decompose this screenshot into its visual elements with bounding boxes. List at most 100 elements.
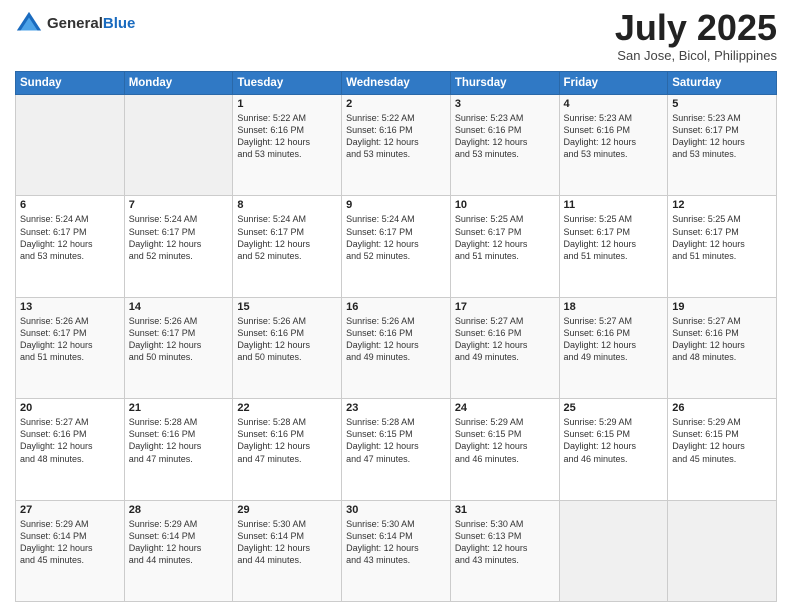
table-row: 23 Sunrise: 5:28 AM Sunset: 6:15 PM Dayli… [342, 399, 451, 500]
title-block: July 2025 San Jose, Bicol, Philippines [615, 10, 777, 63]
table-row: 5Sunrise: 5:23 AM Sunset: 6:17 PM Daylig… [668, 95, 777, 196]
logo: GeneralBlue [15, 10, 135, 38]
day-number: 28 [129, 504, 229, 516]
day-number: 23 [346, 402, 446, 414]
day-number: 10 [455, 199, 555, 211]
day-number: 19 [672, 301, 772, 313]
cell-info: Sunrise: 5:28 AM Sunset: 6:15 PM Dayligh… [346, 416, 446, 465]
day-number: 7 [129, 199, 229, 211]
cell-info: Sunrise: 5:22 AM Sunset: 6:16 PM Dayligh… [237, 112, 337, 161]
col-tuesday: Tuesday [233, 72, 342, 95]
logo-icon [15, 10, 43, 38]
col-wednesday: Wednesday [342, 72, 451, 95]
table-row: 12Sunrise: 5:25 AM Sunset: 6:17 PM Dayli… [668, 196, 777, 297]
table-row: 7 Sunrise: 5:24 AM Sunset: 6:17 PM Daylig… [124, 196, 233, 297]
table-row: 28 Sunrise: 5:29 AM Sunset: 6:14 PM Dayli… [124, 500, 233, 601]
calendar-week-0: 1Sunrise: 5:22 AM Sunset: 6:16 PM Daylig… [16, 95, 777, 196]
cell-info: Sunrise: 5:27 AM Sunset: 6:16 PM Dayligh… [20, 416, 120, 465]
day-number: 26 [672, 402, 772, 414]
day-number: 16 [346, 301, 446, 313]
col-sunday: Sunday [16, 72, 125, 95]
calendar-table: Sunday Monday Tuesday Wednesday Thursday… [15, 71, 777, 602]
table-row [559, 500, 668, 601]
location: San Jose, Bicol, Philippines [615, 48, 777, 63]
table-row: 31 Sunrise: 5:30 AM Sunset: 6:13 PM Dayli… [450, 500, 559, 601]
cell-info: Sunrise: 5:30 AM Sunset: 6:14 PM Dayligh… [237, 518, 337, 567]
table-row: 9Sunrise: 5:24 AM Sunset: 6:17 PM Daylig… [342, 196, 451, 297]
day-number: 4 [564, 98, 664, 110]
col-friday: Friday [559, 72, 668, 95]
cell-info: Sunrise: 5:30 AM Sunset: 6:14 PM Dayligh… [346, 518, 446, 567]
table-row: 6 Sunrise: 5:24 AM Sunset: 6:17 PM Daylig… [16, 196, 125, 297]
logo-text: GeneralBlue [47, 16, 135, 33]
calendar-week-1: 6 Sunrise: 5:24 AM Sunset: 6:17 PM Daylig… [16, 196, 777, 297]
table-row [16, 95, 125, 196]
table-row: 14 Sunrise: 5:26 AM Sunset: 6:17 PM Dayli… [124, 297, 233, 398]
cell-info: Sunrise: 5:29 AM Sunset: 6:15 PM Dayligh… [672, 416, 772, 465]
cell-info: Sunrise: 5:22 AM Sunset: 6:16 PM Dayligh… [346, 112, 446, 161]
cell-info: Sunrise: 5:26 AM Sunset: 6:17 PM Dayligh… [129, 315, 229, 364]
table-row: 16Sunrise: 5:26 AM Sunset: 6:16 PM Dayli… [342, 297, 451, 398]
day-number: 3 [455, 98, 555, 110]
table-row: 21 Sunrise: 5:28 AM Sunset: 6:16 PM Dayli… [124, 399, 233, 500]
day-number: 21 [129, 402, 229, 414]
day-number: 13 [20, 301, 120, 313]
cell-info: Sunrise: 5:29 AM Sunset: 6:14 PM Dayligh… [129, 518, 229, 567]
day-number: 17 [455, 301, 555, 313]
cell-info: Sunrise: 5:27 AM Sunset: 6:16 PM Dayligh… [455, 315, 555, 364]
table-row: 3Sunrise: 5:23 AM Sunset: 6:16 PM Daylig… [450, 95, 559, 196]
table-row: 29 Sunrise: 5:30 AM Sunset: 6:14 PM Dayli… [233, 500, 342, 601]
cell-info: Sunrise: 5:30 AM Sunset: 6:13 PM Dayligh… [455, 518, 555, 567]
cell-info: Sunrise: 5:23 AM Sunset: 6:17 PM Dayligh… [672, 112, 772, 161]
cell-info: Sunrise: 5:24 AM Sunset: 6:17 PM Dayligh… [20, 213, 120, 262]
cell-info: Sunrise: 5:25 AM Sunset: 6:17 PM Dayligh… [564, 213, 664, 262]
day-number: 2 [346, 98, 446, 110]
table-row: 17 Sunrise: 5:27 AM Sunset: 6:16 PM Dayli… [450, 297, 559, 398]
table-row: 26 Sunrise: 5:29 AM Sunset: 6:15 PM Dayli… [668, 399, 777, 500]
day-number: 11 [564, 199, 664, 211]
cell-info: Sunrise: 5:24 AM Sunset: 6:17 PM Dayligh… [346, 213, 446, 262]
cell-info: Sunrise: 5:23 AM Sunset: 6:16 PM Dayligh… [564, 112, 664, 161]
cell-info: Sunrise: 5:29 AM Sunset: 6:15 PM Dayligh… [564, 416, 664, 465]
cell-info: Sunrise: 5:29 AM Sunset: 6:15 PM Dayligh… [455, 416, 555, 465]
table-row [124, 95, 233, 196]
logo-blue: Blue [103, 15, 136, 32]
cell-info: Sunrise: 5:24 AM Sunset: 6:17 PM Dayligh… [129, 213, 229, 262]
cell-info: Sunrise: 5:24 AM Sunset: 6:17 PM Dayligh… [237, 213, 337, 262]
calendar-header-row: Sunday Monday Tuesday Wednesday Thursday… [16, 72, 777, 95]
col-monday: Monday [124, 72, 233, 95]
day-number: 15 [237, 301, 337, 313]
calendar-week-4: 27 Sunrise: 5:29 AM Sunset: 6:14 PM Dayli… [16, 500, 777, 601]
day-number: 12 [672, 199, 772, 211]
day-number: 20 [20, 402, 120, 414]
table-row: 25 Sunrise: 5:29 AM Sunset: 6:15 PM Dayli… [559, 399, 668, 500]
page: GeneralBlue July 2025 San Jose, Bicol, P… [0, 0, 792, 612]
day-number: 22 [237, 402, 337, 414]
cell-info: Sunrise: 5:28 AM Sunset: 6:16 PM Dayligh… [129, 416, 229, 465]
cell-info: Sunrise: 5:28 AM Sunset: 6:16 PM Dayligh… [237, 416, 337, 465]
cell-info: Sunrise: 5:29 AM Sunset: 6:14 PM Dayligh… [20, 518, 120, 567]
table-row: 4 Sunrise: 5:23 AM Sunset: 6:16 PM Daylig… [559, 95, 668, 196]
day-number: 31 [455, 504, 555, 516]
table-row: 27 Sunrise: 5:29 AM Sunset: 6:14 PM Dayli… [16, 500, 125, 601]
col-saturday: Saturday [668, 72, 777, 95]
table-row: 15Sunrise: 5:26 AM Sunset: 6:16 PM Dayli… [233, 297, 342, 398]
table-row: 13 Sunrise: 5:26 AM Sunset: 6:17 PM Dayli… [16, 297, 125, 398]
table-row: 2 Sunrise: 5:22 AM Sunset: 6:16 PM Daylig… [342, 95, 451, 196]
cell-info: Sunrise: 5:26 AM Sunset: 6:17 PM Dayligh… [20, 315, 120, 364]
day-number: 24 [455, 402, 555, 414]
day-number: 18 [564, 301, 664, 313]
day-number: 8 [237, 199, 337, 211]
day-number: 25 [564, 402, 664, 414]
day-number: 27 [20, 504, 120, 516]
day-number: 6 [20, 199, 120, 211]
cell-info: Sunrise: 5:25 AM Sunset: 6:17 PM Dayligh… [455, 213, 555, 262]
cell-info: Sunrise: 5:27 AM Sunset: 6:16 PM Dayligh… [564, 315, 664, 364]
cell-info: Sunrise: 5:27 AM Sunset: 6:16 PM Dayligh… [672, 315, 772, 364]
table-row: 11 Sunrise: 5:25 AM Sunset: 6:17 PM Dayli… [559, 196, 668, 297]
day-number: 29 [237, 504, 337, 516]
day-number: 14 [129, 301, 229, 313]
logo-general: General [47, 15, 103, 32]
table-row: 1Sunrise: 5:22 AM Sunset: 6:16 PM Daylig… [233, 95, 342, 196]
table-row: 10 Sunrise: 5:25 AM Sunset: 6:17 PM Dayli… [450, 196, 559, 297]
